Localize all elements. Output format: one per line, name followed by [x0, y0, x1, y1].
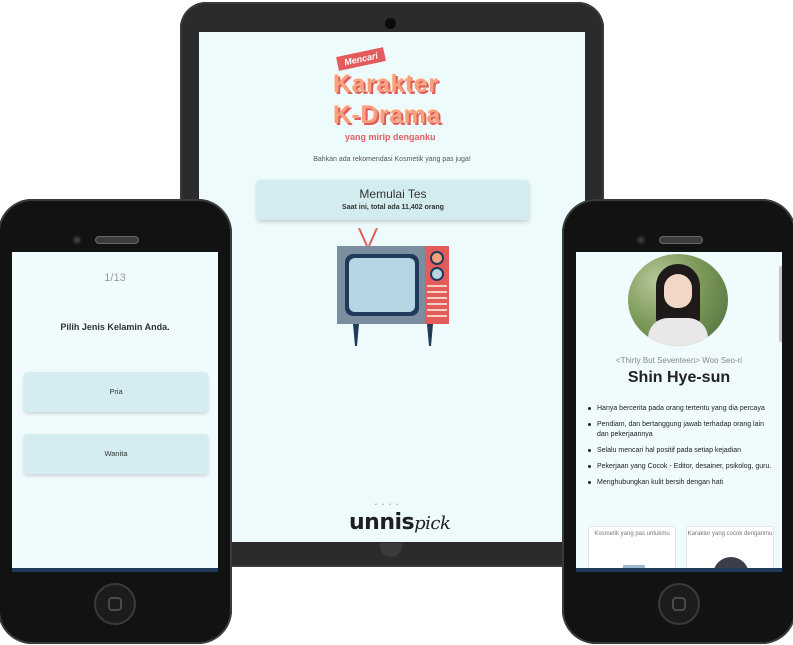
cosmetic-card[interactable]: Kosmetik yang pas untukmu [588, 526, 676, 572]
phone-speaker [95, 236, 139, 244]
drama-title: <Thirty But Seventeen> Woo Seo-ri [615, 356, 743, 365]
tablet-device: Mencari Karakter K-Drama yang mirip deng… [180, 2, 604, 567]
brand-name: unnis [349, 510, 415, 535]
logo-title-line1: Karakter [333, 70, 439, 98]
actor-name: Shin Hye-sun [627, 369, 731, 386]
phone-right-screen: <Thirty But Seventeen> Woo Seo-ri Shin H… [576, 252, 782, 572]
phone-speaker [659, 236, 703, 244]
start-test-count: Saat ini, total ada 11,402 orang [342, 204, 444, 211]
phone-left-screen: 1/13 Pilih Jenis Kelamin Anda. Pria Wani… [12, 252, 218, 572]
screen-bottom-bar [12, 568, 218, 572]
avatar-body [648, 318, 708, 346]
logo-subtitle: yang mirip denganku [345, 132, 436, 142]
phone-home-button [94, 583, 136, 625]
phone-camera [636, 235, 646, 245]
brand-logo: unnispick [349, 510, 451, 535]
start-test-title: Memulai Tes [359, 187, 427, 201]
home-square-icon [672, 597, 686, 611]
trait-list: Hanya bercerita pada orang tertentu yang… [588, 404, 774, 494]
list-item: Pekerjaan yang Cocok - Editor, desainer,… [588, 462, 774, 472]
character-avatar [628, 254, 728, 346]
start-test-button[interactable]: Memulai Tes Saat ini, total ada 11,402 o… [257, 180, 529, 220]
list-item: Pendiam, dan bertanggung jawab terhadap … [588, 420, 774, 440]
answer-option-wanita[interactable]: Wanita [24, 434, 208, 474]
tv-illustration-icon [337, 227, 449, 350]
character-card[interactable]: Karakter yang cocok denganmu [686, 526, 774, 572]
quiz-logo: Mencari Karakter K-Drama yang mirip deng… [329, 46, 464, 146]
logo-title-line2: K-Drama [333, 101, 441, 129]
character-card-label: Karakter yang cocok denganmu [687, 531, 773, 537]
answer-option-pria[interactable]: Pria [24, 372, 208, 412]
tagline: Bahkan ada rekomendasi Kosmetik yang pas… [313, 156, 471, 163]
tablet-home-button [380, 543, 402, 557]
brand-script: pick [414, 513, 451, 534]
phone-home-button [658, 583, 700, 625]
question-text: Pilih Jenis Kelamin Anda. [60, 322, 170, 332]
avatar-face [664, 274, 692, 308]
phone-camera [72, 235, 82, 245]
phone-left-device: 1/13 Pilih Jenis Kelamin Anda. Pria Wani… [0, 199, 232, 644]
logo-tag: Mencari [336, 47, 386, 71]
home-square-icon [108, 597, 122, 611]
screen-bottom-bar [576, 568, 782, 572]
tablet-screen: Mencari Karakter K-Drama yang mirip deng… [199, 32, 585, 542]
list-item: Selalu mencari hal positif pada setiap k… [588, 446, 774, 456]
tablet-camera [385, 18, 396, 29]
list-item: Menghubungkan kulit bersih dengan hati [588, 478, 774, 488]
cosmetic-card-label: Kosmetik yang pas untukmu [594, 531, 670, 537]
list-item: Hanya bercerita pada orang tertentu yang… [588, 404, 774, 414]
question-counter: 1/13 [104, 272, 126, 284]
brand-dots: • • • • [375, 502, 401, 508]
phone-right-device: <Thirty But Seventeen> Woo Seo-ri Shin H… [562, 199, 793, 644]
scrollbar[interactable] [779, 266, 782, 342]
